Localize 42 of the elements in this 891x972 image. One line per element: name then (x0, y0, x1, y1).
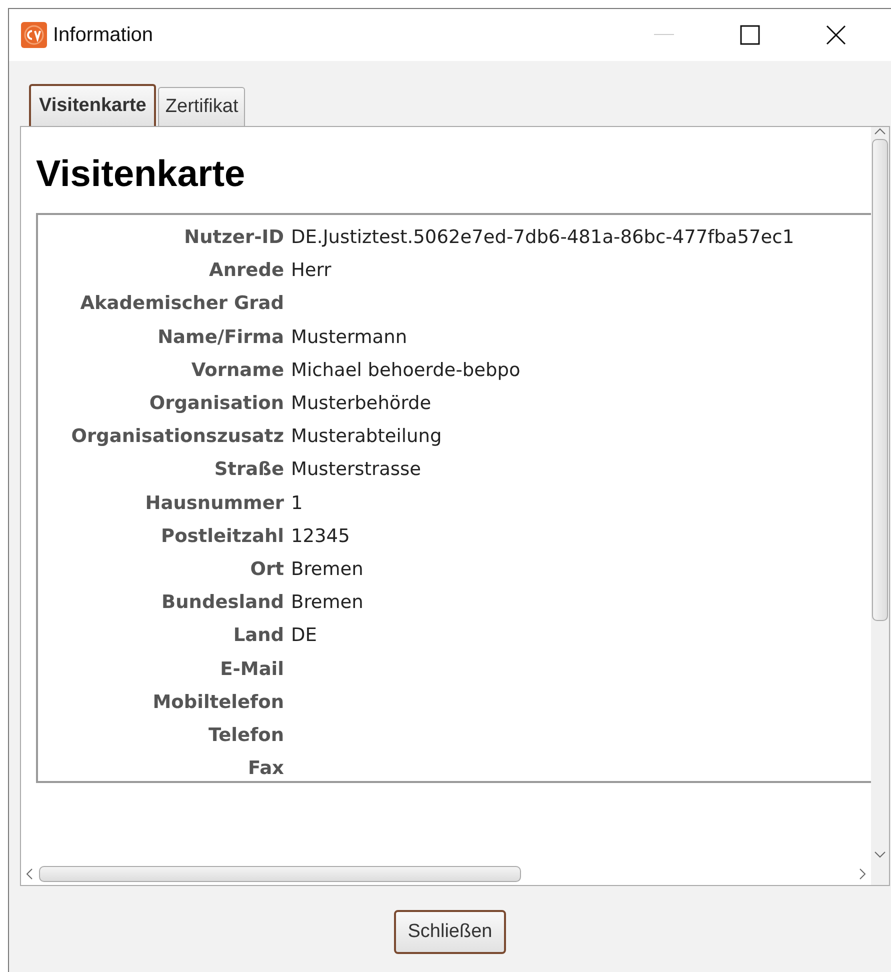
field-value: Musterabteilung (290, 426, 442, 448)
field-label: Name/Firma (156, 326, 284, 348)
field-label: Nutzer-ID (183, 227, 284, 248)
field-label: Land (232, 625, 284, 646)
field-label: Hausnummer (144, 492, 284, 514)
field-label: Mobiltelefon (152, 692, 284, 713)
close-dialog-button[interactable]: Schließen (394, 910, 506, 954)
field-value: Herr (290, 260, 332, 282)
app-logo-icon (21, 22, 47, 48)
field-label: Telefon (207, 724, 284, 746)
close-icon[interactable] (826, 25, 846, 45)
field-value: Bremen (290, 558, 364, 580)
field-value: DE (290, 625, 317, 646)
scroll-right-icon[interactable] (859, 868, 867, 880)
field-label: Organisationszusatz (70, 426, 284, 448)
field-label: E-Mail (219, 658, 284, 680)
field-value: 12345 (290, 526, 350, 547)
field-value: Musterbehörde (290, 393, 432, 414)
field-label: Vorname (190, 360, 284, 381)
scroll-down-icon[interactable] (874, 851, 886, 859)
page-heading: Visitenkarte (36, 153, 246, 195)
tab[interactable]: Visitenkarte (29, 84, 156, 126)
field-label: Akademischer Grad (79, 293, 284, 314)
field-label: Bundesland (160, 592, 284, 614)
field-value: Michael behoerde-bebpo (290, 360, 520, 381)
field-value: Musterstrasse (290, 459, 422, 480)
vertical-scrollbar[interactable] (871, 127, 889, 885)
field-value: 1 (290, 492, 303, 514)
scroll-up-icon[interactable] (874, 127, 886, 135)
field-label: Organisation (148, 393, 284, 414)
field-label: Anrede (208, 260, 284, 282)
field-value: DE.Justiztest.5062e7ed-7db6-481a-86bc-477fba57ec1 (290, 227, 794, 248)
field-label: Postleitzahl (160, 526, 284, 547)
field-label: Straße (213, 459, 284, 480)
window-title: Information (53, 24, 154, 46)
field-value: Bremen (290, 592, 364, 614)
scroll-left-icon[interactable] (25, 868, 33, 880)
field-label: Fax (247, 758, 284, 780)
tab[interactable]: Zertifikat (158, 87, 246, 126)
field-value: Mustermann (290, 326, 408, 348)
field-label: Ort (249, 558, 284, 580)
maximize-icon[interactable] (740, 25, 760, 45)
